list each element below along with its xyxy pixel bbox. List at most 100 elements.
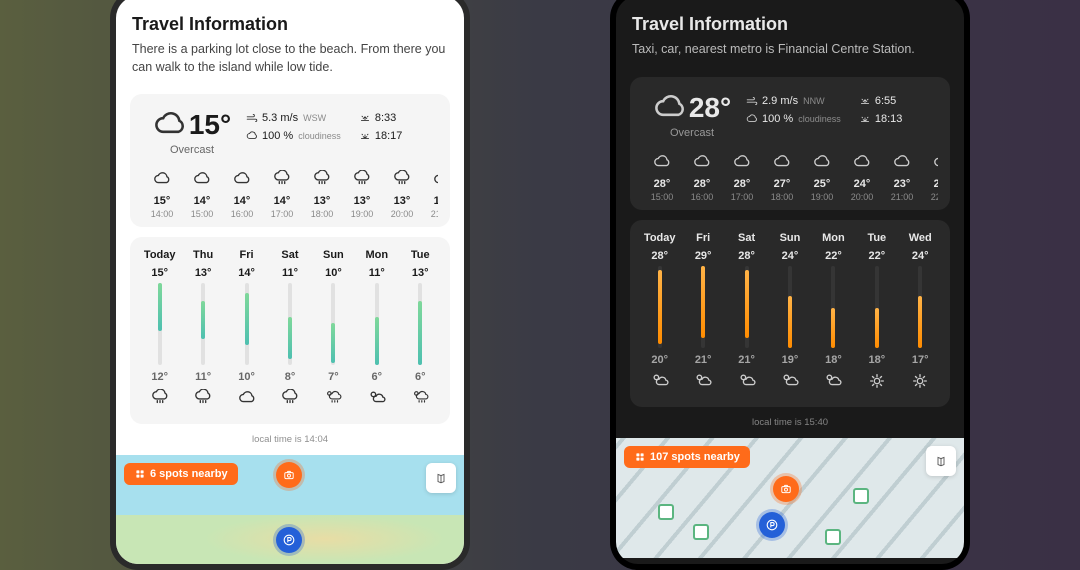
travel-info-header: Travel Information Taxi, car, nearest me… — [616, 0, 964, 67]
weather-now-card[interactable]: 28° Overcast 2.9 m/s NNW 6:55 — [630, 77, 950, 210]
hour-item[interactable]: 28° 17:00 — [722, 153, 762, 202]
spots-nearby-badge[interactable]: 107 spots nearby — [624, 446, 750, 468]
temp-range-bar — [658, 266, 662, 348]
day-name: Sat — [281, 249, 298, 261]
day-low: 10° — [238, 371, 255, 383]
day-name: Tue — [411, 249, 430, 261]
day-high: 22° — [869, 250, 886, 262]
spots-nearby-badge[interactable]: 6 spots nearby — [124, 463, 238, 485]
sun-icon — [868, 372, 886, 390]
hourly-forecast[interactable]: 28° 15:00 28° 16:00 28° 17:00 27° 18:00 … — [642, 153, 938, 202]
day-column[interactable]: Today 15° 12° — [138, 249, 181, 412]
cloudiness-info: 100 % cloudiness — [246, 130, 349, 142]
cloud-icon — [193, 170, 211, 188]
day-column[interactable]: Mon 22° 18° — [812, 232, 855, 395]
apps-icon — [134, 468, 146, 480]
hour-item[interactable]: 14° 16:00 — [222, 170, 262, 219]
map-type-icon — [935, 455, 947, 467]
hour-item[interactable]: 28° 16:00 — [682, 153, 722, 202]
hour-item[interactable]: 14° 15:00 — [182, 170, 222, 219]
camera-pin[interactable] — [773, 476, 799, 502]
hour-item[interactable]: 13° 19:00 — [342, 170, 382, 219]
day-column[interactable]: Fri 29° 21° — [681, 232, 724, 395]
day-column[interactable]: Tue 22° 18° — [855, 232, 898, 395]
day-condition-icon — [411, 389, 429, 412]
section-title: Travel Information — [632, 14, 948, 35]
day-high: 28° — [738, 250, 755, 262]
weather-now-card[interactable]: 15° Overcast 5.3 m/s WSW 8:33 — [130, 94, 450, 227]
hour-item[interactable]: 13° 18:00 — [302, 170, 342, 219]
map-marker[interactable] — [825, 529, 841, 545]
hour-time: 18:00 — [302, 209, 342, 219]
partly-icon — [824, 372, 842, 390]
day-name: Today — [644, 232, 676, 244]
day-column[interactable]: Wed 24° 17° — [899, 232, 942, 395]
day-name: Fri — [696, 232, 710, 244]
day-column[interactable]: Fri 14° 10° — [225, 249, 268, 412]
day-condition-icon — [368, 389, 386, 412]
current-temp: 15° — [189, 109, 231, 141]
temp-range-bar — [331, 283, 335, 365]
current-temp: 28° — [689, 92, 731, 124]
parking-pin[interactable] — [276, 527, 302, 553]
hourly-forecast[interactable]: 15° 14:00 14° 15:00 14° 16:00 14° 17:00 … — [142, 170, 438, 219]
wind-info: 2.9 m/s NNW — [746, 95, 849, 107]
hour-item[interactable]: 14° 17:00 — [262, 170, 302, 219]
day-high: 11° — [282, 267, 298, 279]
day-high: 13° — [195, 267, 212, 279]
sunrise-icon — [859, 95, 871, 107]
current-weather: 28° Overcast — [642, 91, 742, 139]
daily-forecast-card[interactable]: Today 15° 12° Thu 13° 11° Fri 14° 10° — [130, 237, 450, 424]
day-column[interactable]: Mon 11° 6° — [355, 249, 398, 412]
map-view[interactable]: 6 spots nearby — [116, 455, 464, 564]
hour-temp: 28° — [682, 178, 722, 190]
cloud-icon — [653, 153, 671, 171]
day-column[interactable]: Tue 13° 6° — [399, 249, 442, 412]
hour-item[interactable]: 24° 20:00 — [842, 153, 882, 202]
cloud-icon — [853, 153, 871, 171]
sunset-icon — [359, 130, 371, 142]
section-description: There is a parking lot close to the beac… — [132, 41, 448, 76]
wind-icon — [246, 112, 258, 124]
day-low: 17° — [912, 354, 929, 366]
map-type-button[interactable] — [426, 463, 456, 493]
hour-item[interactable]: 23° 21:00 — [882, 153, 922, 202]
cloud-icon — [746, 113, 758, 125]
hour-item[interactable]: 13° 20:00 — [382, 170, 422, 219]
section-description: Taxi, car, nearest metro is Financial Ce… — [632, 41, 948, 59]
daily-forecast-card[interactable]: Today 28° 20° Fri 29° 21° Sat 28° 21° — [630, 220, 950, 407]
cloud-icon — [813, 153, 831, 171]
hour-item[interactable]: 27° 18:00 — [762, 153, 802, 202]
day-column[interactable]: Sat 11° 8° — [268, 249, 311, 412]
day-high: 11° — [369, 267, 385, 279]
day-column[interactable]: Today 28° 20° — [638, 232, 681, 395]
hour-time: 21:00 — [422, 209, 438, 219]
sunset-info: 18:17 — [359, 130, 438, 142]
partly-rain-icon — [324, 389, 342, 407]
temp-range-bar — [418, 283, 422, 365]
hour-item[interactable]: 25° 19:00 — [802, 153, 842, 202]
day-column[interactable]: Sun 24° 19° — [768, 232, 811, 395]
camera-pin[interactable] — [276, 462, 302, 488]
parking-pin[interactable] — [759, 512, 785, 538]
day-low: 21° — [738, 354, 755, 366]
day-column[interactable]: Sat 28° 21° — [725, 232, 768, 395]
temp-range-bar — [875, 266, 879, 348]
map-marker[interactable] — [693, 524, 709, 540]
partly-icon — [368, 389, 386, 407]
day-low: 18° — [869, 354, 886, 366]
hour-item[interactable]: 15° 14:00 — [142, 170, 182, 219]
hour-time: 20:00 — [842, 192, 882, 202]
hour-item[interactable]: 28° 15:00 — [642, 153, 682, 202]
map-type-button[interactable] — [926, 446, 956, 476]
hour-item[interactable]: 23° 22:00 — [922, 153, 938, 202]
partly-icon — [738, 372, 756, 390]
cloud-icon — [433, 170, 438, 188]
day-column[interactable]: Sun 10° 7° — [312, 249, 355, 412]
hour-item[interactable]: 13° 21:00 — [422, 170, 438, 219]
local-time: local time is 15:40 — [616, 417, 964, 428]
map-marker[interactable] — [658, 504, 674, 520]
day-high: 29° — [695, 250, 712, 262]
day-column[interactable]: Thu 13° 11° — [181, 249, 224, 412]
map-marker[interactable] — [853, 488, 869, 504]
